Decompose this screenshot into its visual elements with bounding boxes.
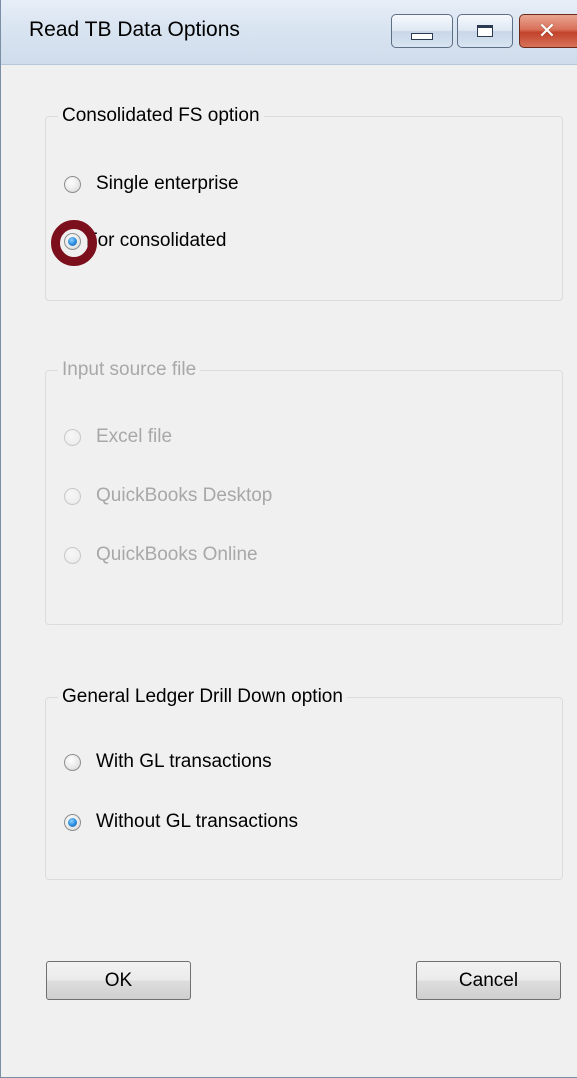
excel-file-radio-option: Excel file [64, 422, 172, 452]
close-button[interactable]: ✕ [519, 14, 577, 48]
group-legend: General Ledger Drill Down option [58, 686, 347, 708]
close-icon: ✕ [537, 18, 557, 43]
title-bar[interactable]: Read TB Data Options ✕ [1, 0, 577, 65]
radio-label: QuickBooks Desktop [96, 485, 273, 506]
maximize-icon [477, 25, 493, 37]
quickbooks-desktop-radio-option: QuickBooks Desktop [64, 481, 272, 511]
minimize-button[interactable] [391, 14, 453, 48]
window-title: Read TB Data Options [29, 18, 240, 41]
radio-label: Without GL transactions [96, 811, 299, 832]
consolidated-fs-option-group: Consolidated FS option Single enterprise… [45, 105, 563, 301]
minimize-icon [411, 32, 433, 40]
radio-button [64, 428, 81, 446]
radio-button-selected[interactable] [64, 232, 81, 250]
single-enterprise-radio-option[interactable]: Single enterprise [64, 169, 239, 199]
quickbooks-online-radio-option: QuickBooks Online [64, 540, 258, 570]
radio-button [64, 546, 81, 564]
cancel-button[interactable]: Cancel [416, 961, 561, 1000]
gl-drill-down-option-group: General Ledger Drill Down option With GL… [45, 686, 563, 880]
input-source-file-group: Input source file Excel file QuickBooks … [45, 359, 563, 625]
radio-button-selected[interactable] [64, 813, 81, 831]
radio-button [64, 487, 81, 505]
group-legend: Input source file [58, 359, 201, 381]
radio-label: Single enterprise [96, 173, 239, 194]
radio-label: For consolidated [86, 230, 227, 251]
with-gl-transactions-radio-option[interactable]: With GL transactions [64, 747, 272, 777]
without-gl-transactions-radio-option[interactable]: Without GL transactions [64, 807, 298, 837]
ok-button[interactable]: OK [46, 961, 191, 1000]
radio-button[interactable] [64, 175, 81, 193]
group-legend: Consolidated FS option [58, 105, 264, 127]
radio-label: Excel file [96, 426, 173, 447]
for-consolidated-radio-option[interactable]: For consolidated [64, 226, 226, 256]
radio-label: QuickBooks Online [96, 544, 258, 565]
read-tb-data-options-dialog: Read TB Data Options ✕ Consolidated FS o… [0, 0, 577, 1078]
radio-button[interactable] [64, 753, 81, 771]
radio-label: With GL transactions [96, 751, 272, 772]
maximize-button[interactable] [457, 14, 513, 48]
